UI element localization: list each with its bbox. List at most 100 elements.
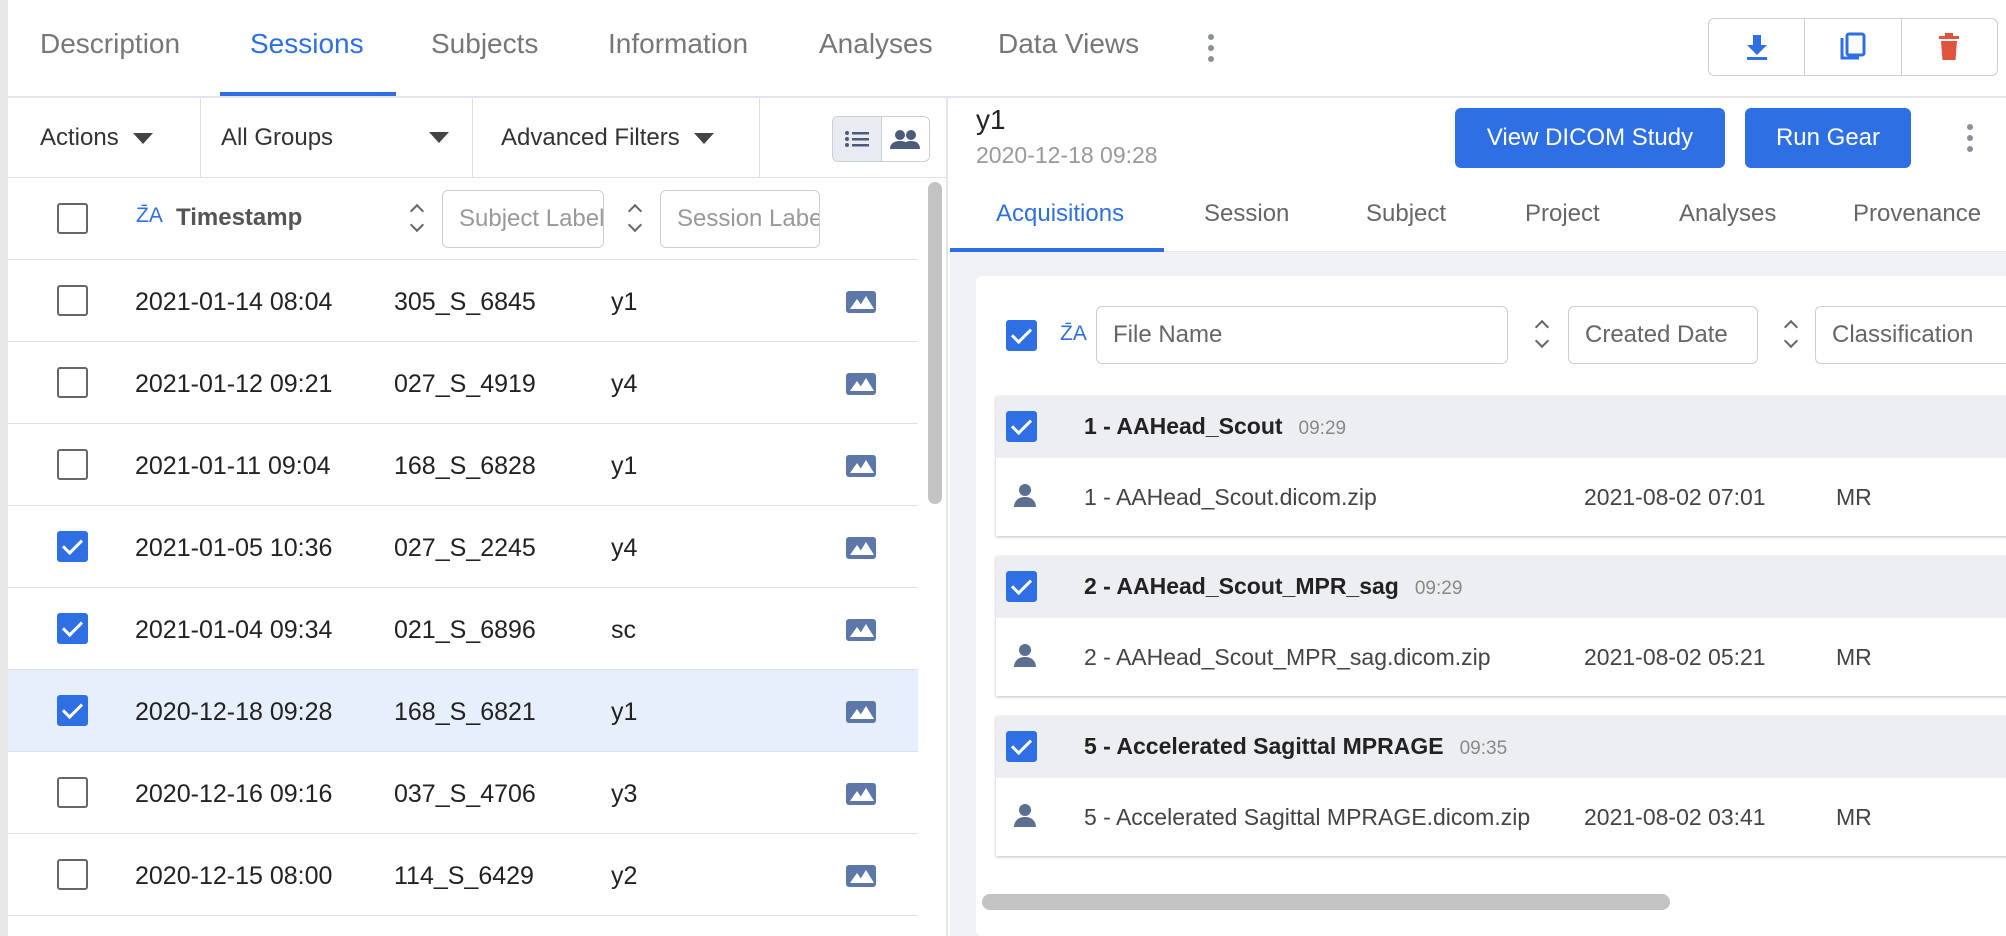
list-view-button[interactable] bbox=[833, 117, 882, 161]
groups-label: All Groups bbox=[221, 124, 334, 151]
sort-toggle-icon[interactable] bbox=[1536, 320, 1550, 350]
file-row[interactable]: 2 - AAHead_Scout_MPR_sag.dicom.zip 2021-0… bbox=[996, 618, 2006, 696]
image-icon[interactable] bbox=[846, 865, 876, 887]
tab-session[interactable]: Session bbox=[1204, 200, 1289, 228]
row-session-label: sc bbox=[611, 616, 636, 644]
acquisition-checkbox[interactable] bbox=[1006, 411, 1037, 442]
actions-dropdown[interactable]: Actions bbox=[8, 98, 201, 178]
acquisition-header[interactable]: 5 - Accelerated Sagittal MPRAGE 09:35 bbox=[996, 716, 2006, 778]
table-row[interactable]: 2021-01-14 08:04 305_S_6845 y1 bbox=[8, 260, 918, 342]
tab-subject[interactable]: Subject bbox=[1366, 200, 1446, 228]
advanced-filters-dropdown[interactable]: Advanced Filters bbox=[473, 98, 760, 178]
sort-toggle-icon[interactable] bbox=[411, 204, 425, 234]
file-classification: MR bbox=[1836, 804, 1872, 830]
vertical-scrollbar[interactable] bbox=[928, 182, 942, 504]
sessions-panel: Actions All Groups Advanced Filters Z̄A … bbox=[8, 98, 948, 936]
table-row[interactable]: 2020-12-15 08:00 114_S_6429 y2 bbox=[8, 834, 918, 916]
table-row[interactable]: 2020-12-16 09:16 037_S_4706 y3 bbox=[8, 752, 918, 834]
table-row[interactable]: 2021-01-05 10:36 027_S_2245 y4 bbox=[8, 506, 918, 588]
row-checkbox[interactable] bbox=[57, 367, 88, 398]
image-icon[interactable] bbox=[846, 373, 876, 395]
row-timestamp: 2020-12-15 08:00 bbox=[135, 862, 333, 890]
run-gear-button[interactable]: Run Gear bbox=[1745, 108, 1911, 168]
sort-toggle-icon[interactable] bbox=[1785, 320, 1799, 350]
table-row[interactable]: 2021-01-11 09:04 168_S_6828 y1 bbox=[8, 424, 918, 506]
image-icon[interactable] bbox=[846, 291, 876, 313]
row-timestamp: 2021-01-05 10:36 bbox=[135, 534, 333, 562]
groups-dropdown[interactable]: All Groups bbox=[201, 98, 473, 178]
sessions-table: Z̄A Timestamp Subject Label Session Labe… bbox=[8, 178, 918, 916]
copy-button[interactable] bbox=[1805, 19, 1902, 75]
table-header: Z̄A Timestamp Subject Label Session Labe… bbox=[8, 178, 918, 260]
row-checkbox[interactable] bbox=[57, 531, 88, 562]
row-timestamp: 2020-12-16 09:16 bbox=[135, 780, 333, 808]
tab-provenance[interactable]: Provenance bbox=[1853, 200, 1981, 228]
select-all-checkbox[interactable] bbox=[57, 203, 88, 234]
tab-data-views[interactable]: Data Views bbox=[998, 28, 1139, 60]
sort-toggle-icon[interactable] bbox=[629, 204, 643, 234]
more-options-icon[interactable] bbox=[1967, 124, 1975, 157]
view-dicom-button[interactable]: View DICOM Study bbox=[1455, 108, 1725, 168]
tab-sessions[interactable]: Sessions bbox=[250, 28, 364, 60]
table-row[interactable]: 2021-01-04 09:34 021_S_6896 sc bbox=[8, 588, 918, 670]
row-checkbox[interactable] bbox=[57, 285, 88, 316]
timestamp-header[interactable]: Timestamp bbox=[176, 204, 302, 232]
session-label-filter[interactable]: Session Label bbox=[660, 190, 820, 248]
row-timestamp: 2021-01-04 09:34 bbox=[135, 616, 333, 644]
top-tab-bar: Description Sessions Subjects Informatio… bbox=[8, 0, 2006, 98]
session-tabs: Acquisitions Session Subject Project Ana… bbox=[950, 178, 2006, 252]
view-toggle bbox=[832, 116, 930, 162]
tab-analyses[interactable]: Analyses bbox=[819, 28, 933, 60]
acquisition-label: 5 - Accelerated Sagittal MPRAGE bbox=[1084, 733, 1444, 759]
delete-button[interactable] bbox=[1902, 19, 1997, 75]
tab-description[interactable]: Description bbox=[40, 28, 180, 60]
table-row[interactable]: 2021-01-12 09:21 027_S_4919 y4 bbox=[8, 342, 918, 424]
image-icon[interactable] bbox=[846, 701, 876, 723]
more-tabs-icon[interactable] bbox=[1208, 34, 1216, 67]
row-checkbox[interactable] bbox=[57, 449, 88, 480]
people-icon bbox=[890, 130, 921, 149]
row-checkbox[interactable] bbox=[57, 777, 88, 808]
image-icon[interactable] bbox=[846, 783, 876, 805]
person-icon bbox=[1014, 644, 1036, 668]
acquisition-checkbox[interactable] bbox=[1006, 731, 1037, 762]
horizontal-scrollbar[interactable] bbox=[982, 894, 1670, 910]
person-icon bbox=[1014, 484, 1036, 508]
tab-acquisitions[interactable]: Acquisitions bbox=[996, 200, 1124, 228]
classification-filter[interactable]: Classification bbox=[1815, 306, 2006, 364]
sessions-toolbar: Actions All Groups Advanced Filters bbox=[8, 98, 948, 178]
subject-label-filter[interactable]: Subject Label bbox=[442, 190, 604, 248]
file-created-date: 2021-08-02 05:21 bbox=[1584, 644, 1766, 670]
tab-information[interactable]: Information bbox=[608, 28, 748, 60]
file-name[interactable]: 5 - Accelerated Sagittal MPRAGE.dicom.zi… bbox=[1084, 804, 1530, 831]
row-checkbox[interactable] bbox=[57, 859, 88, 890]
sort-az-icon[interactable]: Z̄A bbox=[136, 204, 163, 228]
file-row[interactable]: 5 - Accelerated Sagittal MPRAGE.dicom.zi… bbox=[996, 778, 2006, 856]
file-name[interactable]: 1 - AAHead_Scout.dicom.zip bbox=[1084, 484, 1377, 511]
row-subject-label: 027_S_2245 bbox=[394, 534, 536, 562]
subject-view-button[interactable] bbox=[882, 117, 930, 161]
acquisition-header[interactable]: 2 - AAHead_Scout_MPR_sag 09:29 bbox=[996, 556, 2006, 618]
acquisition-checkbox[interactable] bbox=[1006, 571, 1037, 602]
file-classification: MR bbox=[1836, 644, 1872, 670]
created-date-filter[interactable]: Created Date bbox=[1568, 306, 1758, 364]
tab-subjects[interactable]: Subjects bbox=[431, 28, 538, 60]
download-button[interactable] bbox=[1709, 19, 1806, 75]
file-name[interactable]: 2 - AAHead_Scout_MPR_sag.dicom.zip bbox=[1084, 644, 1491, 671]
acquisition-label: 1 - AAHead_Scout bbox=[1084, 413, 1283, 439]
file-name-filter[interactable]: File Name bbox=[1096, 306, 1508, 364]
tab-project[interactable]: Project bbox=[1525, 200, 1600, 228]
acquisition-header[interactable]: 1 - AAHead_Scout 09:29 bbox=[996, 396, 2006, 458]
file-classification: MR bbox=[1836, 484, 1872, 510]
image-icon[interactable] bbox=[846, 537, 876, 559]
tab-analyses[interactable]: Analyses bbox=[1679, 200, 1776, 228]
image-icon[interactable] bbox=[846, 619, 876, 641]
file-row[interactable]: 1 - AAHead_Scout.dicom.zip 2021-08-02 07:… bbox=[996, 458, 2006, 536]
image-icon[interactable] bbox=[846, 455, 876, 477]
row-checkbox[interactable] bbox=[57, 613, 88, 644]
row-checkbox[interactable] bbox=[57, 695, 88, 726]
select-all-files-checkbox[interactable] bbox=[1006, 320, 1037, 351]
table-row[interactable]: 2020-12-18 09:28 168_S_6821 y1 bbox=[8, 670, 918, 752]
sort-az-icon[interactable]: Z̄A bbox=[1060, 322, 1087, 346]
row-subject-label: 021_S_6896 bbox=[394, 616, 536, 644]
